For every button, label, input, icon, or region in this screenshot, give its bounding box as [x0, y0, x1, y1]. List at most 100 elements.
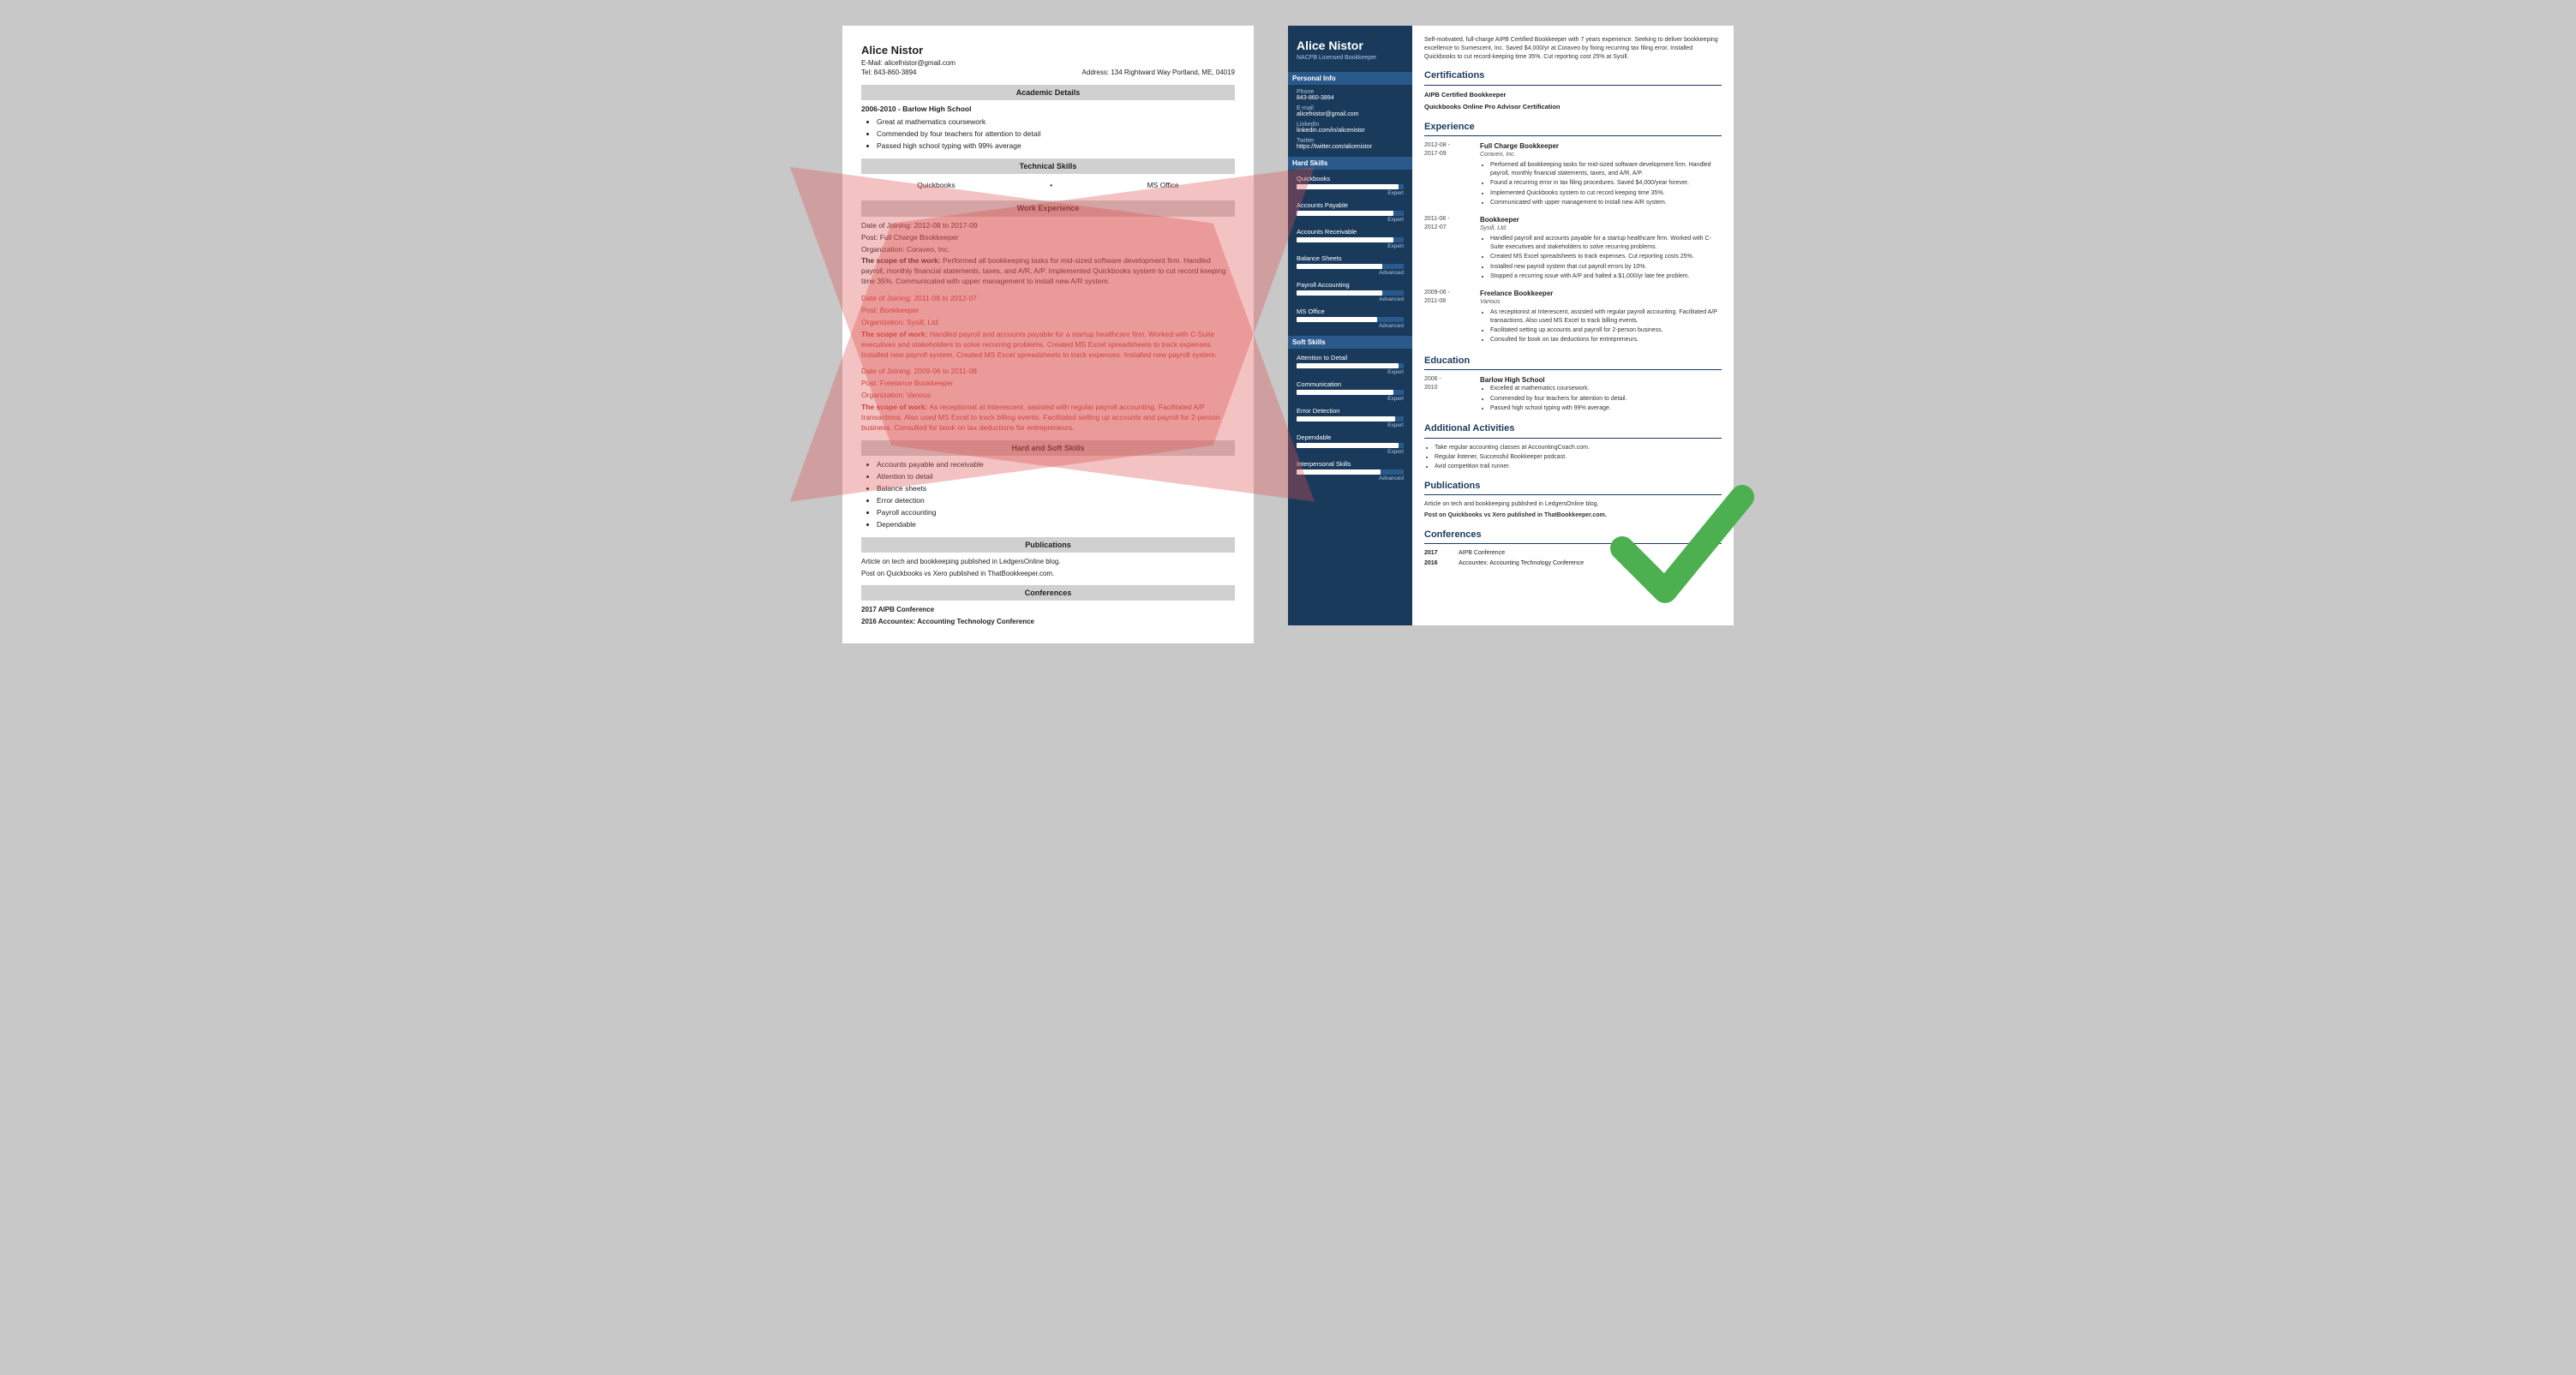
list-item: Stopped a recurring issue with A/P and h…: [1490, 272, 1722, 281]
list-item: Handled payroll and accounts payable for…: [1490, 235, 1722, 252]
skill-msoffice: MS Office: [1147, 181, 1179, 191]
job-post: Freelance Bookkeeper: [880, 379, 954, 387]
list-item: Great at mathematics coursework: [877, 117, 1235, 128]
skill-bar-bg: [1297, 237, 1404, 242]
left-work-title: Work Experience: [861, 200, 1235, 217]
skill-bar-bg: [1297, 264, 1404, 269]
job-block-3: Date of Joining: 2009-06 to 2011-08 Post…: [861, 367, 1235, 433]
additional-section-title: Additional Activities: [1424, 422, 1722, 438]
edu-dates-1: 2006 - 2010: [1424, 375, 1471, 414]
job-block-2: Date of Joining: 2011-08 to 2012-07 Post…: [861, 294, 1235, 360]
job-org: Various: [907, 391, 931, 399]
org-label: Organization:: [861, 391, 905, 399]
job-title-1: Full Charge Bookkeeper: [1480, 141, 1722, 151]
job-company-1: Coraveo, Inc.: [1480, 151, 1722, 159]
list-item: Avid competition trail runner.: [1435, 463, 1722, 471]
skill-quickbooks: Quickbooks Expert: [1297, 175, 1404, 196]
skill-communication: Communication Expert: [1297, 380, 1404, 402]
job-dates: 2009-06 to 2011-08: [914, 367, 977, 375]
linkedin-label: LinkedIn: [1297, 122, 1404, 128]
date-label: Date of Joining:: [861, 221, 912, 230]
conf-name-2: Accountex: Accounting Technology Confere…: [1459, 559, 1584, 568]
left-header: Alice Nistor E-Mail: alicefnistor@gmail.…: [861, 43, 1235, 78]
skill-bar-bg: [1297, 290, 1404, 296]
job-bullets-3: As receptionist at Interescent, assisted…: [1480, 308, 1722, 344]
twitter-value: https://twitter.com/alicenistor: [1297, 144, 1404, 150]
pub-item-right-2: Post on Quickbooks vs Xero published in …: [1424, 511, 1722, 520]
list-item: Commended by four teachers for attention…: [1490, 395, 1627, 404]
job-post: Full Charge Bookkeeper: [880, 233, 959, 242]
date-label: Date of Joining:: [861, 294, 912, 302]
job-entry-1: 2012-08 - 2017-09 Full Charge Bookkeeper…: [1424, 141, 1722, 208]
job-title-2: Bookkeeper: [1480, 215, 1722, 224]
list-item: Found a recurring error in tax filing pr…: [1490, 179, 1722, 188]
list-item: Attention to detail: [877, 472, 1235, 482]
cert-section-title: Certifications: [1424, 69, 1722, 85]
left-resume: Alice Nistor E-Mail: alicefnistor@gmail.…: [842, 26, 1254, 643]
left-hardsoft-title: Hard and Soft Skills: [861, 440, 1235, 457]
list-item: Dependable: [877, 520, 1235, 530]
left-email: E-Mail: alicefnistor@gmail.com: [861, 58, 1235, 68]
list-item: Payroll accounting: [877, 508, 1235, 518]
org-label: Organization:: [861, 318, 905, 326]
conf-section-title: Conferences: [1424, 529, 1722, 544]
post-label: Post:: [861, 379, 878, 387]
left-conf-title: Conferences: [861, 585, 1235, 601]
list-item: Passed high school typing with 99% avera…: [877, 141, 1235, 152]
bullet-icon: •: [1050, 181, 1052, 191]
right-sidebar: Alice Nistor NACPB Licensed Bookkeeper P…: [1288, 26, 1412, 625]
skill-bar-bg: [1297, 469, 1404, 475]
left-academic-school: 2006-2010 - Barlow High School: [861, 105, 1235, 115]
sidebar-soft-skills-header: Soft Skills: [1288, 336, 1412, 349]
pub-item-right-1: Article on tech and bookkeeping publishe…: [1424, 500, 1722, 509]
skill-bar-bg: [1297, 363, 1404, 368]
scope-label: The scope of the work:: [861, 256, 941, 265]
email-label: E-mail: [1297, 105, 1404, 111]
skill-accounts-receivable: Accounts Receivable Expert: [1297, 228, 1404, 249]
left-contact-row: Tel: 843-860-3894 Address: 134 Rightward…: [861, 68, 1235, 77]
conf-item-1: 2017 AIPB Conference: [861, 605, 1235, 614]
edu-section-title: Education: [1424, 355, 1722, 370]
job-dates-2: 2011-08 - 2012-07: [1424, 215, 1471, 282]
job-bullets-1: Performed all bookkeeping tasks for mid-…: [1480, 161, 1722, 206]
skill-attention-detail: Attention to Detail Expert: [1297, 354, 1404, 375]
right-resume-wrapper: Alice Nistor NACPB Licensed Bookkeeper P…: [1288, 26, 1734, 625]
skill-accounts-payable: Accounts Payable Expert: [1297, 201, 1404, 223]
list-item: As receptionist at Interescent, assisted…: [1490, 308, 1722, 326]
job-dates-1: 2012-08 - 2017-09: [1424, 141, 1471, 208]
exp-section-title: Experience: [1424, 121, 1722, 136]
skill-bar-bg: [1297, 317, 1404, 322]
phone-label: Phone: [1297, 89, 1404, 95]
email-value: alicefnistor@gmail.com: [1297, 111, 1404, 117]
list-item: Passed high school typing with 99% avera…: [1490, 404, 1627, 413]
conf-item-2: 2016 Accountex: Accounting Technology Co…: [861, 617, 1235, 626]
sidebar-personal-header: Personal Info: [1288, 72, 1412, 85]
right-candidate-title: NACPB Licensed Bookkeeper: [1297, 54, 1404, 62]
conf-year-1: 2017: [1424, 549, 1446, 558]
skill-ms-office: MS Office Advanced: [1297, 308, 1404, 329]
skill-bar-bg: [1297, 390, 1404, 395]
left-resume-wrapper: Alice Nistor E-Mail: alicefnistor@gmail.…: [842, 26, 1254, 643]
post-label: Post:: [861, 306, 878, 314]
additional-bullets: Take regular accounting classes at Accou…: [1424, 444, 1722, 471]
edu-info-1: Barlow High School Excelled at mathemati…: [1480, 375, 1627, 414]
left-tel: Tel: 843-860-3894: [861, 68, 917, 77]
job-dates-3: 2009-06 - 2011-08: [1424, 289, 1471, 346]
skill-quickbooks: Quickbooks: [917, 181, 955, 191]
list-item: Communicated with upper management to in…: [1490, 199, 1722, 207]
cert-item-2: Quickbooks Online Pro Advisor Certificat…: [1424, 103, 1722, 112]
skill-dependable: Dependable Expert: [1297, 433, 1404, 455]
skill-bar-bg: [1297, 211, 1404, 216]
conf-row-1: 2017 AIPB Conference: [1424, 549, 1722, 558]
job-info-1: Full Charge Bookkeeper Coraveo, Inc. Per…: [1480, 141, 1722, 208]
skill-bar-bg: [1297, 416, 1404, 421]
right-summary: Self-motivated, full-charge AIPB Certifi…: [1424, 36, 1722, 61]
job-header-3: 2009-06 - 2011-08 Freelance Bookkeeper V…: [1424, 289, 1722, 346]
edu-entry-1: 2006 - 2010 Barlow High School Excelled …: [1424, 375, 1722, 414]
list-item: Take regular accounting classes at Accou…: [1435, 444, 1722, 452]
edu-bullets-1: Excelled at mathematics coursework. Comm…: [1480, 385, 1627, 412]
pub-item-2: Post on Quickbooks vs Xero published in …: [861, 569, 1235, 578]
job-info-2: Bookkeeper Sysill, Ltd. Handled payroll …: [1480, 215, 1722, 282]
left-skills-row: Quickbooks • MS Office: [861, 178, 1235, 194]
pub-item-1: Article on tech and bookkeeping publishe…: [861, 557, 1235, 566]
